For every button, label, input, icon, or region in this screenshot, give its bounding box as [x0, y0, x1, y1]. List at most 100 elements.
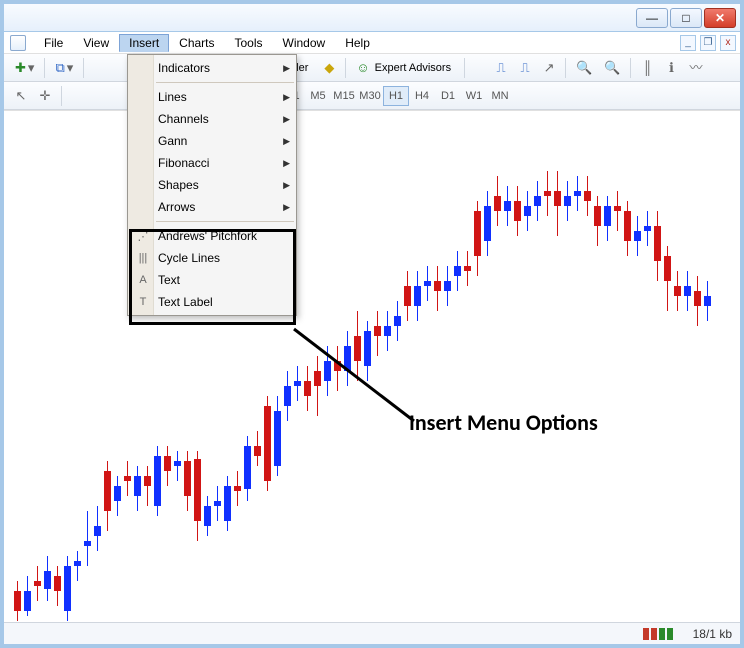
chevron-right-icon: ▶ [283, 158, 290, 169]
menu-item-label: Gann [158, 134, 187, 148]
chevron-right-icon: ▶ [283, 136, 290, 147]
menu-file[interactable]: File [34, 34, 73, 52]
periodicity-button[interactable]: ⎍ [514, 57, 536, 79]
mdi-close-button[interactable]: x [720, 35, 736, 51]
timeframe-m30[interactable]: M30 [357, 86, 383, 106]
separator [83, 58, 84, 78]
timeframe-mn[interactable]: MN [487, 86, 513, 106]
menu-item-icon: T [135, 296, 151, 308]
zoom-out-button[interactable]: 🔍 [599, 57, 625, 79]
profile-button[interactable]: ⧉▾ [50, 57, 78, 79]
alert-button[interactable]: ◆ [318, 57, 340, 79]
close-button[interactable]: ✕ [704, 8, 736, 28]
indicator-list-button[interactable]: ⎍ [490, 57, 512, 79]
menu-item-arrows[interactable]: Arrows ▶ [128, 196, 296, 218]
menu-item-icon: A [135, 274, 151, 286]
menu-charts[interactable]: Charts [169, 34, 224, 52]
crosshair-icon: ✛ [40, 89, 51, 102]
timeframe-h4[interactable]: H4 [409, 86, 435, 106]
new-chart-button[interactable]: ✚▾ [10, 57, 39, 79]
menu-item-gann[interactable]: Gann ▶ [128, 130, 296, 152]
cursor-button[interactable]: ↖ [10, 85, 32, 107]
dropdown-separator [156, 82, 294, 83]
zoom-in-button[interactable]: 🔍 [571, 57, 597, 79]
separator [345, 58, 346, 78]
chevron-right-icon: ▶ [283, 114, 290, 125]
menu-item-label: Andrews' Pitchfork [158, 229, 257, 243]
menu-help[interactable]: Help [335, 34, 380, 52]
minimize-icon: — [646, 11, 658, 25]
menu-item-shapes[interactable]: Shapes ▶ [128, 174, 296, 196]
menu-item-cycle-lines[interactable]: ||| Cycle Lines [128, 247, 296, 269]
chevron-right-icon: ▶ [283, 63, 290, 74]
dropdown-separator [156, 221, 294, 222]
mdi-minimize-button[interactable]: _ [680, 35, 696, 51]
separator [61, 86, 62, 106]
separator [44, 58, 45, 78]
menu-item-label: Text Label [158, 295, 213, 309]
titlebar[interactable]: — □ ✕ [4, 4, 740, 32]
timeframe-m15[interactable]: M15 [331, 86, 357, 106]
app-window: — □ ✕ File View Insert Charts Tools Wind… [0, 0, 744, 648]
chart-area[interactable]: Insert Menu Options [4, 110, 740, 622]
diamond-icon: ◆ [324, 61, 334, 74]
zoom-in-icon: 🔍 [576, 61, 592, 74]
plus-icon: ✚ [15, 61, 26, 74]
menu-item-andrews-pitchfork[interactable]: ⋰ Andrews' Pitchfork [128, 225, 296, 247]
menu-item-label: Indicators [158, 61, 210, 75]
expert-advisors-label: Expert Advisors [372, 62, 454, 74]
annotation-text: Insert Menu Options [409, 409, 598, 436]
menu-item-channels[interactable]: Channels ▶ [128, 108, 296, 130]
profile-icon: ⧉ [55, 61, 64, 74]
menu-item-fibonacci[interactable]: Fibonacci ▶ [128, 152, 296, 174]
minimize-button[interactable]: — [636, 8, 668, 28]
menu-item-label: Cycle Lines [158, 251, 220, 265]
toolbar-objects: ↖ ✛ M1M5M15M30H1H4D1W1MN [4, 82, 740, 110]
maximize-icon: □ [682, 11, 689, 25]
app-icon[interactable] [10, 35, 26, 51]
status-kb: 18/1 kb [693, 627, 732, 641]
expert-advisors-button[interactable]: ☺Expert Advisors [351, 57, 459, 79]
chevron-right-icon: ▶ [283, 180, 290, 191]
menu-item-label: Shapes [158, 178, 199, 192]
insert-dropdown: Indicators▶Lines▶Channels▶Gann▶Fibonacci… [127, 54, 297, 316]
connection-icon [643, 628, 673, 640]
menu-item-label: Fibonacci [158, 156, 209, 170]
candle-chart-button[interactable]: ℹ [660, 57, 682, 79]
separator [630, 58, 631, 78]
menu-insert[interactable]: Insert [119, 34, 169, 52]
maximize-button[interactable]: □ [670, 8, 702, 28]
separator [464, 58, 465, 78]
menu-item-text-label[interactable]: T Text Label [128, 291, 296, 313]
bar-chart-button[interactable]: ║ [636, 57, 658, 79]
mdi-restore-button[interactable]: ❐ [700, 35, 716, 51]
menu-item-icon: ||| [135, 252, 151, 264]
menubar: File View Insert Charts Tools Window Hel… [4, 32, 740, 54]
menu-item-icon: ⋰ [135, 230, 151, 243]
line-chart-button[interactable]: 〰 [684, 57, 707, 79]
crosshair-button[interactable]: ✛ [34, 85, 56, 107]
menu-tools[interactable]: Tools [225, 34, 273, 52]
timeframe-d1[interactable]: D1 [435, 86, 461, 106]
timeframe-m5[interactable]: M5 [305, 86, 331, 106]
close-icon: ✕ [715, 11, 725, 25]
timeframe-h1[interactable]: H1 [383, 86, 409, 106]
chevron-right-icon: ▶ [283, 202, 290, 213]
template-icon: ↗ [544, 61, 555, 74]
separator [565, 58, 566, 78]
menu-item-label: Text [158, 273, 180, 287]
menu-item-text[interactable]: A Text [128, 269, 296, 291]
annotation-arrow [4, 111, 740, 622]
template-button[interactable]: ↗ [538, 57, 560, 79]
period-icon: ⎍ [521, 61, 530, 74]
menu-item-label: Channels [158, 112, 209, 126]
menu-item-label: Arrows [158, 200, 195, 214]
timeframe-w1[interactable]: W1 [461, 86, 487, 106]
menu-window[interactable]: Window [273, 34, 336, 52]
cursor-icon: ↖ [16, 89, 27, 102]
advisor-icon: ☺ [356, 61, 369, 74]
menu-item-lines[interactable]: Lines▶ [128, 86, 296, 108]
menu-view[interactable]: View [73, 34, 119, 52]
menu-item-indicators[interactable]: Indicators ▶ [128, 57, 296, 79]
toolbar-standard: ✚▾ ⧉▾ w Order ◆ ☺Expert Advisors ⎍ ⎍ ↗ 🔍… [4, 54, 740, 82]
